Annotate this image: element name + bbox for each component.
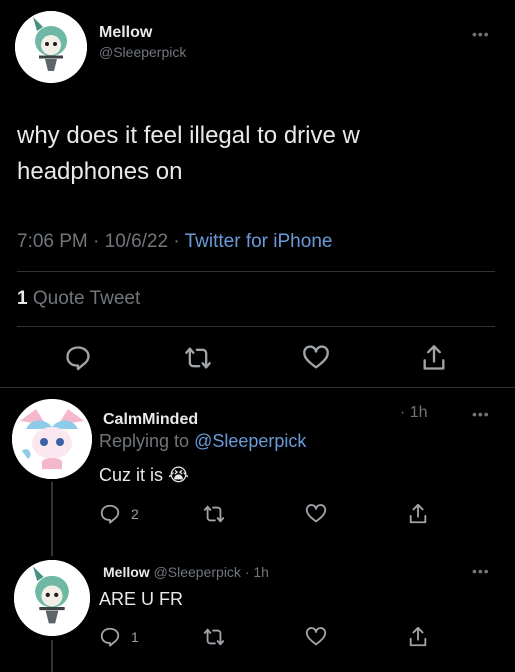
sylveon-avatar-icon — [12, 399, 92, 479]
reply-icon — [100, 627, 120, 647]
like-icon — [305, 627, 327, 646]
meta-separator: · — [173, 231, 185, 252]
retweet-icon — [203, 505, 225, 523]
reply-text: ARE U FR — [99, 589, 184, 609]
tweet-time: 7:06 PM — [17, 231, 88, 252]
retweet-icon — [185, 347, 211, 369]
like-button[interactable] — [302, 344, 330, 372]
reply-time: · 1h — [400, 404, 428, 421]
avatar-reply1[interactable] — [12, 399, 92, 479]
quote-label: Quote Tweet — [32, 288, 141, 309]
meloetta-avatar-icon — [14, 560, 90, 636]
reply-text: Cuz it is 😭 — [99, 465, 190, 485]
display-name[interactable]: Mellow — [99, 24, 152, 42]
reply-count: 1 — [131, 629, 139, 645]
tweet-meta: 7:06 PM · 10/6/22 · Twitter for iPhone — [17, 231, 332, 253]
like-icon — [303, 345, 329, 369]
replying-to: Replying to @Sleeperpick — [99, 431, 306, 452]
meta-separator: · — [93, 231, 105, 252]
avatar-main[interactable] — [15, 11, 87, 83]
more-icon[interactable]: ••• — [472, 406, 490, 422]
thread-line — [51, 640, 53, 672]
reply-icon — [100, 504, 120, 524]
retweet-button[interactable] — [203, 626, 225, 648]
thread-line — [51, 482, 53, 556]
handle[interactable]: @Sleeperpick — [99, 44, 186, 60]
more-icon[interactable]: ••• — [472, 563, 490, 579]
reply-button[interactable] — [64, 344, 92, 372]
display-name[interactable]: Mellow — [103, 564, 150, 580]
like-icon — [305, 504, 327, 523]
tweet-text: why does it feel illegal to drive w head… — [17, 122, 360, 185]
more-icon[interactable]: ••• — [472, 26, 490, 42]
retweet-button[interactable] — [184, 344, 212, 372]
time-ago: 1h — [409, 404, 428, 421]
divider — [17, 326, 495, 327]
reply-icon — [66, 346, 90, 371]
share-icon — [409, 626, 427, 647]
replying-to-label: Replying to — [99, 431, 190, 451]
reply-count: 2 — [131, 506, 139, 522]
tweet-date: 10/6/22 — [104, 231, 169, 252]
share-button[interactable] — [407, 626, 429, 648]
share-button[interactable] — [407, 503, 429, 525]
retweet-button[interactable] — [203, 503, 225, 525]
reply-button[interactable]: 1 — [99, 626, 139, 648]
meloetta-avatar-icon — [15, 11, 87, 83]
time-ago: 1h — [253, 564, 269, 580]
like-button[interactable] — [305, 626, 327, 648]
display-name[interactable]: CalmMinded — [103, 411, 198, 429]
divider — [17, 271, 495, 272]
quote-tweet-stat[interactable]: 1 Quote Tweet — [17, 288, 140, 310]
reply-button[interactable]: 2 — [99, 503, 139, 525]
handle[interactable]: @Sleeperpick — [154, 564, 241, 580]
divider — [0, 387, 515, 388]
share-icon — [423, 345, 445, 370]
share-icon — [409, 503, 427, 524]
avatar-reply2[interactable] — [14, 560, 90, 636]
quote-count: 1 — [17, 288, 28, 309]
reply2-header: Mellow @Sleeperpick · 1h — [103, 564, 269, 580]
replying-to-handle[interactable]: @Sleeperpick — [194, 431, 306, 451]
like-button[interactable] — [305, 503, 327, 525]
retweet-icon — [203, 628, 225, 646]
share-button[interactable] — [420, 344, 448, 372]
tweet-source[interactable]: Twitter for iPhone — [185, 231, 333, 252]
